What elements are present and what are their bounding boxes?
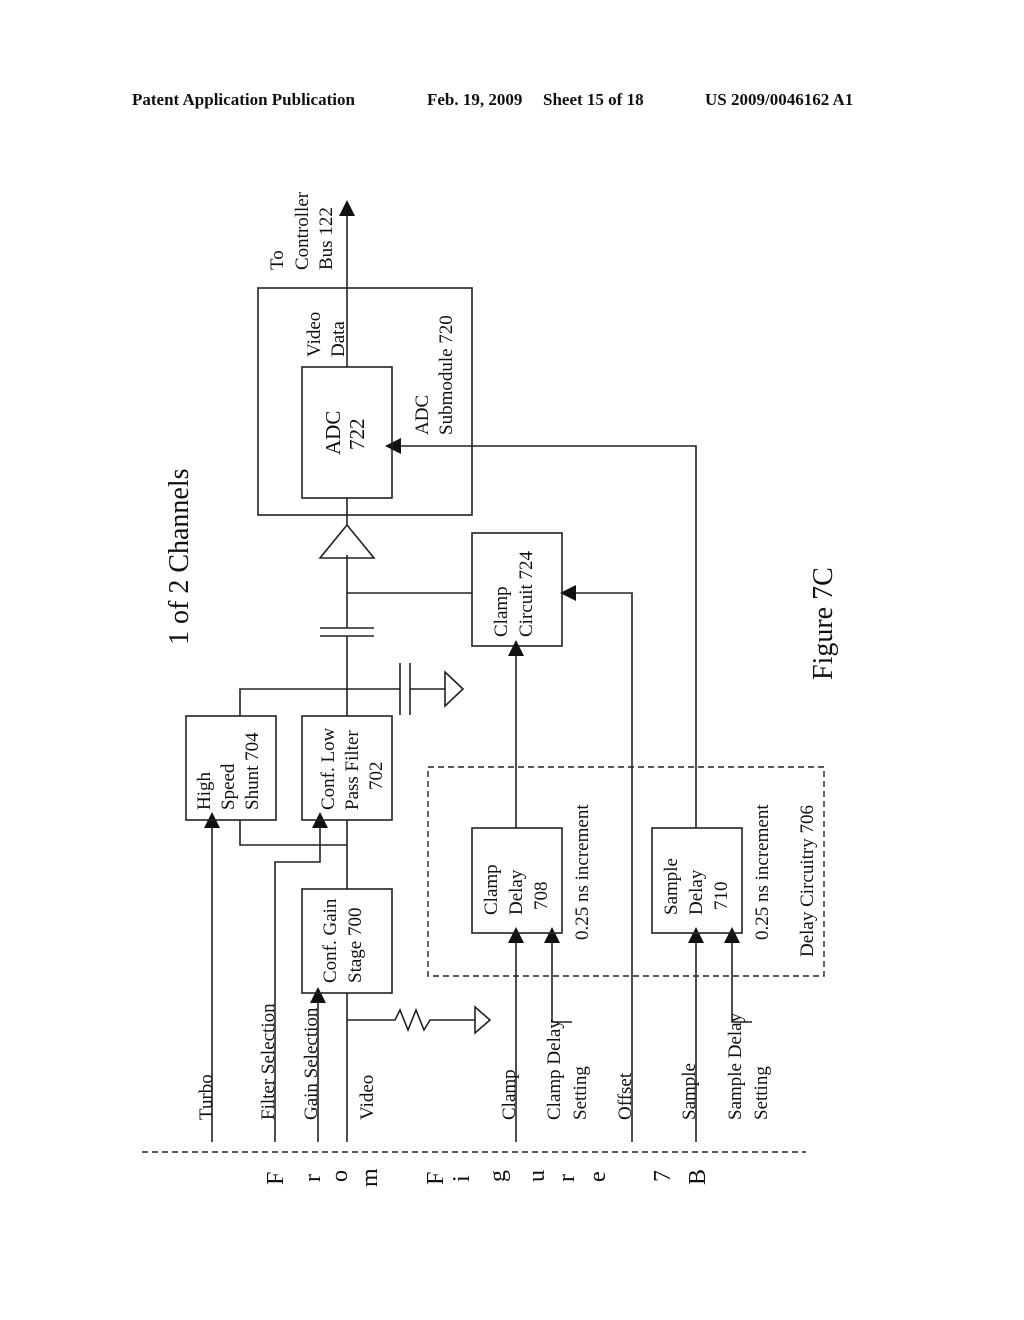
adc-submodule-label-1: ADC	[412, 395, 433, 435]
from-letter: B	[685, 1169, 711, 1185]
label-turbo: Turbo	[196, 1074, 217, 1120]
clamp-delay-label-2: Delay	[506, 869, 527, 915]
label-offset: Offset	[615, 1072, 636, 1120]
label-sample-delay-setting-2: Setting	[751, 1066, 772, 1120]
from-letter: u	[524, 1170, 550, 1182]
shunt-label-3: Shunt 704	[242, 732, 263, 810]
from-letter: r	[554, 1174, 580, 1182]
to-controller-label-2: Controller	[292, 191, 313, 270]
from-letter: e	[585, 1171, 611, 1182]
clamp-circuit-label-2: Circuit 724	[516, 550, 537, 637]
input-labels: Turbo Filter Selection Gain Selection Vi…	[196, 1003, 772, 1120]
from-figure-7b-label: F r o m F i g u r e 7 B	[263, 1168, 711, 1187]
label-clamp: Clamp	[499, 1069, 520, 1120]
sample-delay-label-3: 710	[711, 882, 732, 911]
video-data-label-2: Data	[328, 321, 349, 357]
clamp-increment-label: 0.25 ns increment	[572, 804, 593, 940]
clamp-delay-label-1: Clamp	[481, 864, 502, 915]
from-letter: o	[327, 1170, 353, 1182]
label-video: Video	[357, 1075, 378, 1120]
clamp-circuit-label-1: Clamp	[491, 586, 512, 637]
to-controller-label-3: Bus 122	[316, 207, 337, 270]
label-sample: Sample	[679, 1063, 700, 1120]
label-clamp-delay-setting-2: Setting	[570, 1066, 591, 1120]
adc-label-1: ADC	[321, 411, 345, 455]
lpf-label-3: 702	[366, 762, 387, 791]
video-data-label-1: Video	[304, 312, 325, 357]
lpf-label-2: Pass Filter	[342, 730, 363, 810]
from-letter: r	[300, 1174, 326, 1182]
from-letter: 7	[650, 1170, 676, 1182]
to-controller-label-1: To	[267, 250, 288, 270]
adc-label-2: 722	[345, 419, 369, 451]
gain-stage-label-1: Conf. Gain	[320, 898, 341, 983]
clamp-delay-label-3: 708	[531, 882, 552, 911]
from-letter: m	[357, 1168, 383, 1187]
amplifier-symbol	[318, 523, 376, 559]
from-letter: F	[423, 1172, 449, 1185]
sample-increment-label: 0.25 ns increment	[752, 804, 773, 940]
sample-delay-label-2: Delay	[686, 869, 707, 915]
from-letter: i	[449, 1175, 475, 1182]
label-sample-delay-setting: Sample Delay	[725, 1012, 746, 1120]
from-letter: F	[263, 1172, 289, 1185]
shunt-label-1: High	[194, 772, 215, 811]
label-filter-selection: Filter Selection	[258, 1003, 279, 1120]
delay-circuitry-label: Delay Circuitry 706	[797, 805, 818, 957]
figure-label: Figure 7C	[808, 567, 839, 680]
label-gain-selection: Gain Selection	[301, 1007, 322, 1120]
lpf-label-1: Conf. Low	[318, 727, 339, 810]
sample-delay-label-1: Sample	[661, 858, 682, 915]
shunt-label-2: Speed	[218, 763, 239, 810]
gain-stage-label-2: Stage 700	[345, 908, 366, 983]
circuit-diagram: 1 of 2 Channels Figure 7C F r o m F i g …	[142, 191, 839, 1187]
from-letter: g	[485, 1170, 511, 1182]
label-clamp-delay-setting: Clamp Delay	[544, 1019, 565, 1120]
figure-title: 1 of 2 Channels	[164, 468, 195, 645]
adc-submodule-label-2: Submodule 720	[436, 315, 457, 435]
